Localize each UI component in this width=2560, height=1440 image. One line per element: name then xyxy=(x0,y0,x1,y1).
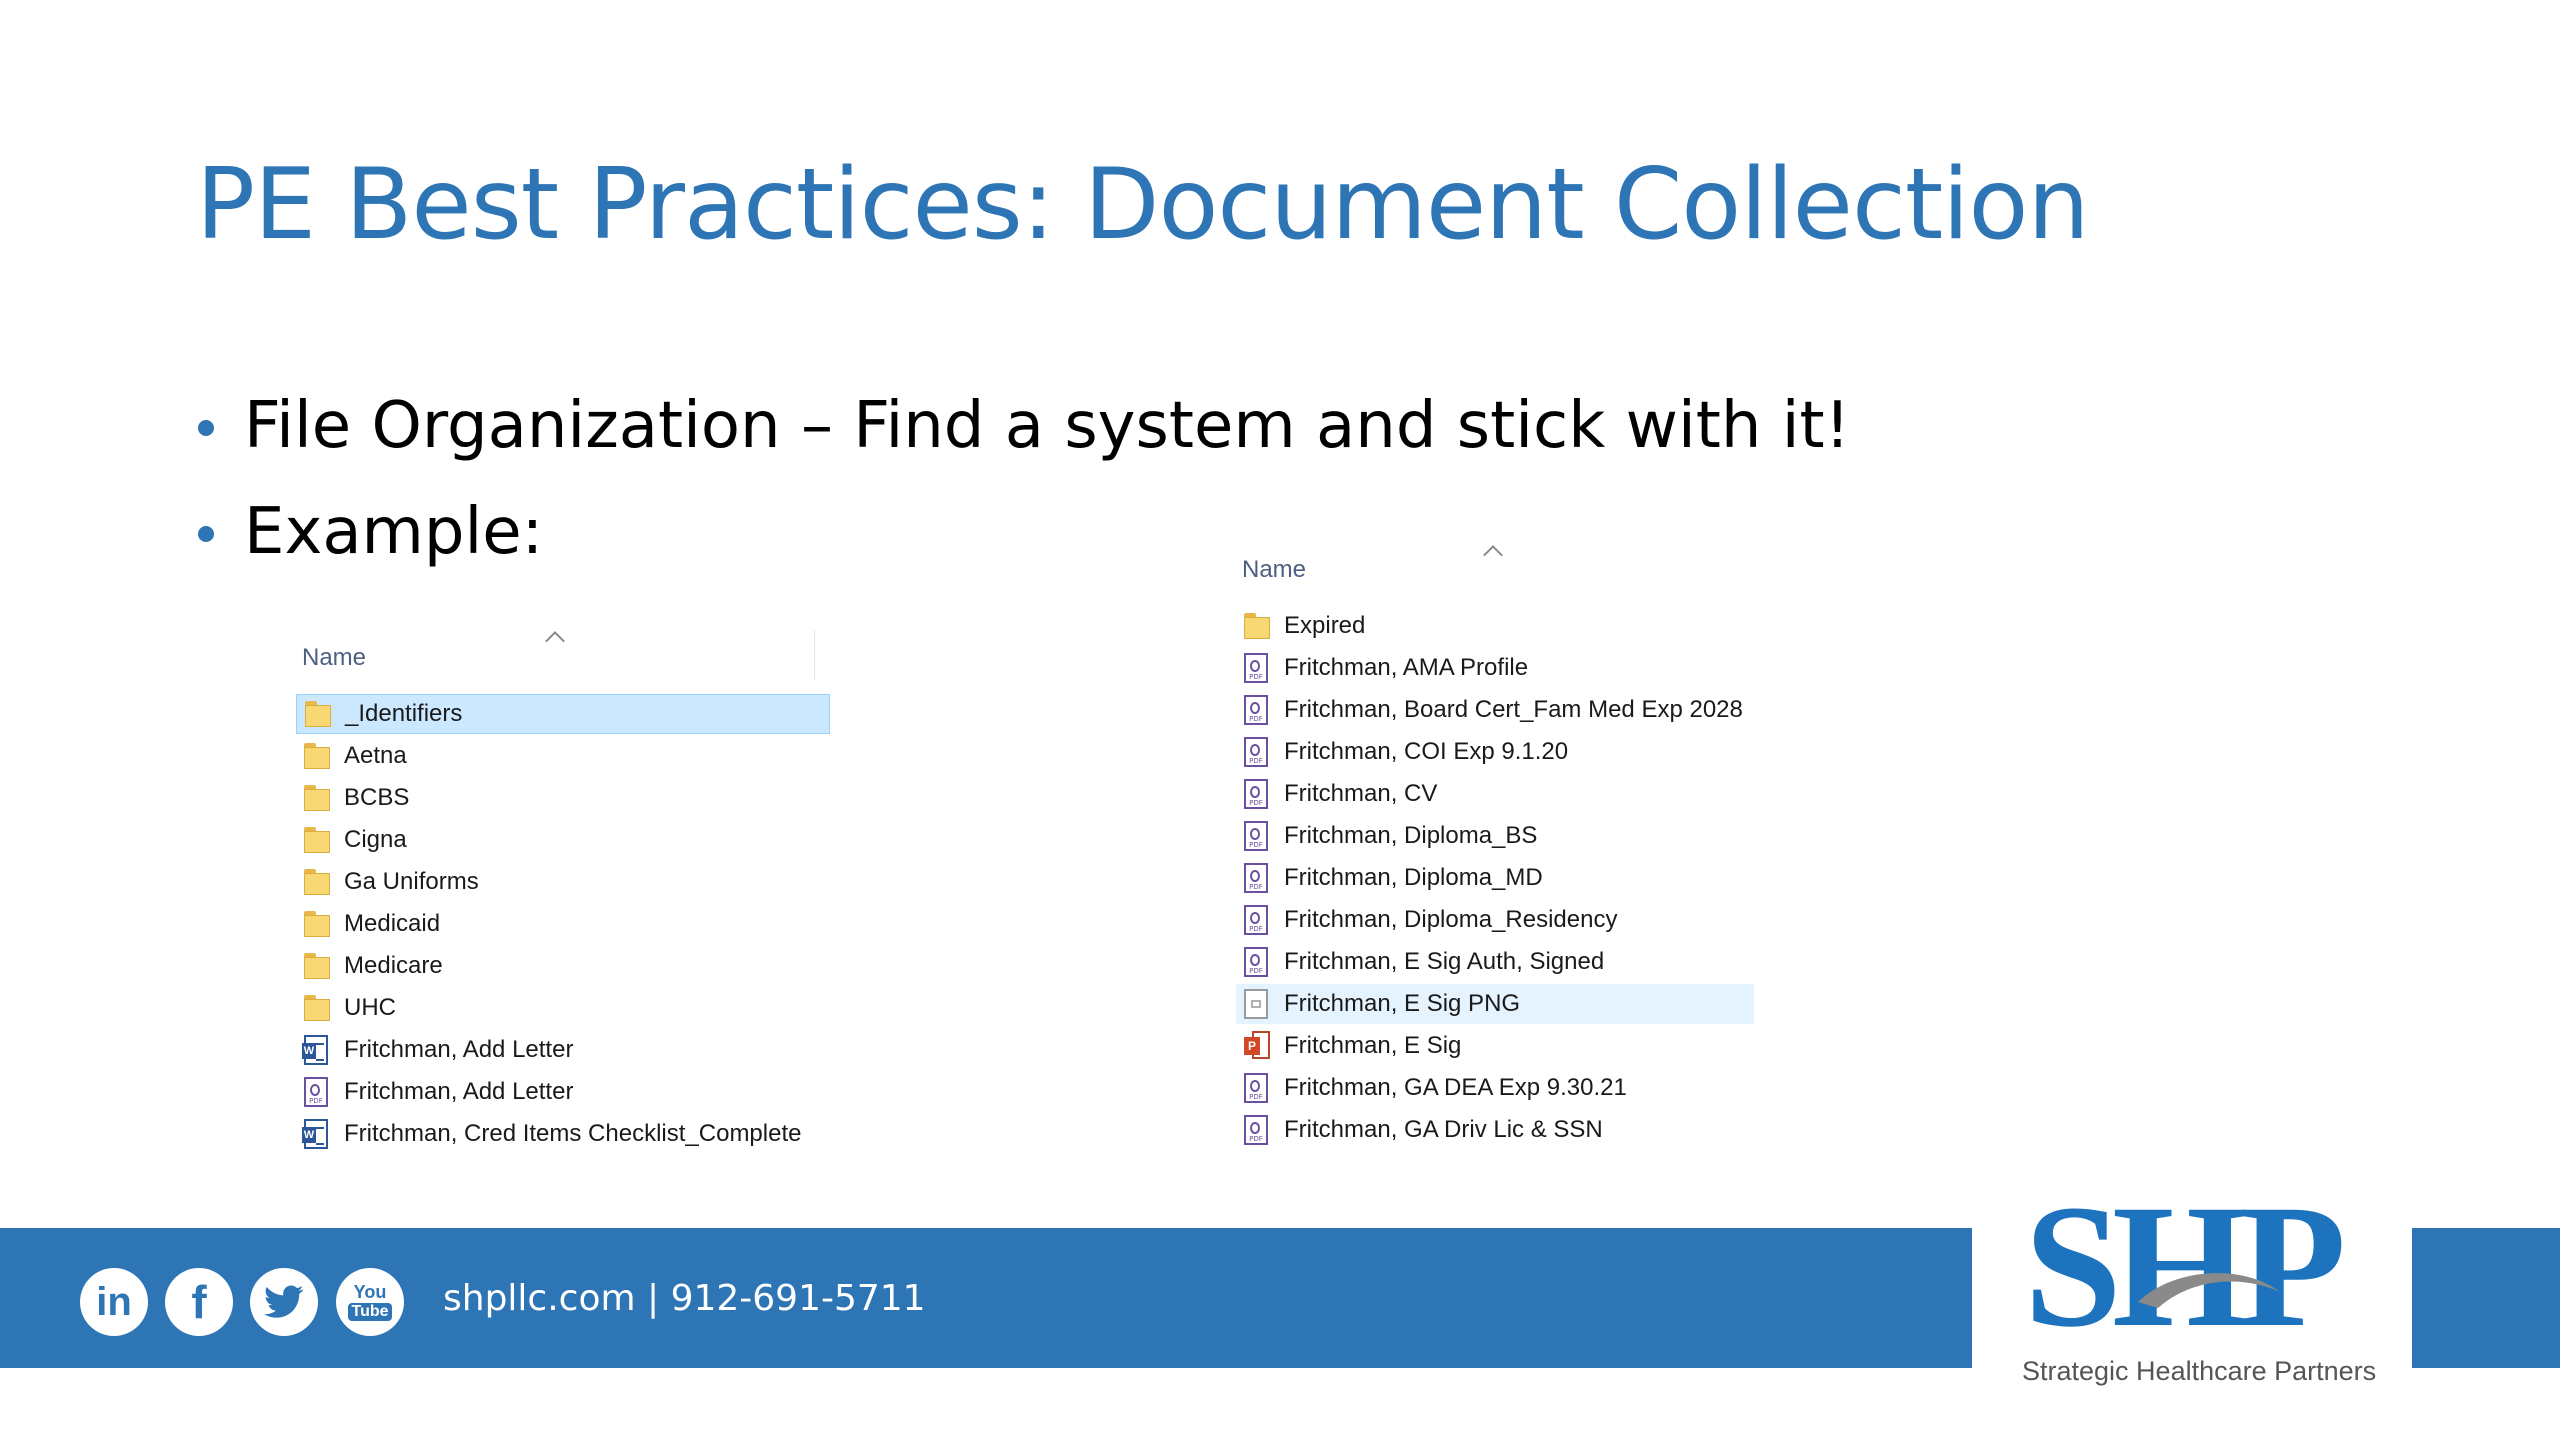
file-row[interactable]: Ga Uniforms xyxy=(296,862,830,902)
pdf-icon: PDF xyxy=(1244,1115,1268,1145)
file-name: Fritchman, Diploma_BS xyxy=(1284,822,1538,849)
file-name: Ga Uniforms xyxy=(344,868,479,895)
file-name: Fritchman, Diploma_Residency xyxy=(1284,906,1618,933)
file-row[interactable]: PDF Fritchman, GA DEA Exp 9.30.21 xyxy=(1236,1068,1754,1108)
file-row[interactable]: P Fritchman, E Sig xyxy=(1236,1026,1754,1066)
file-name: Fritchman, Board Cert_Fam Med Exp 2028 xyxy=(1284,696,1743,723)
bullet-list: File Organization – Find a system and st… xyxy=(196,386,1850,598)
folder-icon xyxy=(1244,613,1272,639)
file-row[interactable]: PDF Fritchman, Board Cert_Fam Med Exp 202… xyxy=(1236,690,1754,730)
file-name: Fritchman, Diploma_MD xyxy=(1284,864,1543,891)
pdf-icon: PDF xyxy=(1244,653,1268,683)
file-row[interactable]: Cigna xyxy=(296,820,830,860)
twitter-icon[interactable] xyxy=(250,1268,318,1336)
file-name: Fritchman, GA Driv Lic & SSN xyxy=(1284,1116,1603,1143)
pdf-icon: PDF xyxy=(1244,695,1268,725)
file-name: Fritchman, E Sig PNG xyxy=(1284,990,1521,1017)
file-name: Fritchman, AMA Profile xyxy=(1284,654,1529,681)
file-name: Medicaid xyxy=(344,910,441,937)
pdf-icon: PDF xyxy=(1244,905,1268,935)
file-row[interactable]: PDF Fritchman, Diploma_MD xyxy=(1236,858,1754,898)
file-row[interactable]: PDF Fritchman, GA Driv Lic & SSN xyxy=(1236,1110,1754,1150)
folder-icon xyxy=(304,995,332,1021)
file-row[interactable]: Medicare xyxy=(296,946,830,986)
file-row[interactable]: BCBS xyxy=(296,778,830,818)
sort-ascending-icon xyxy=(545,631,565,651)
file-name: Expired xyxy=(1284,612,1366,639)
folder-icon xyxy=(305,701,333,727)
facebook-icon[interactable]: f xyxy=(165,1268,233,1336)
bullet-example: Example: xyxy=(196,492,1850,598)
name-column-header[interactable]: Name xyxy=(302,644,366,672)
pdf-icon: PDF xyxy=(1244,1073,1268,1103)
file-name: Fritchman, Add Letter xyxy=(344,1036,574,1063)
pdf-icon: PDF xyxy=(1244,863,1268,893)
file-row[interactable]: _Identifiers xyxy=(296,694,830,734)
folder-icon xyxy=(304,785,332,811)
file-name: _Identifiers xyxy=(345,700,463,727)
file-row[interactable]: Fritchman, E Sig PNG xyxy=(1236,984,1754,1024)
file-row[interactable]: PDF Fritchman, Add Letter xyxy=(296,1072,830,1112)
file-name: UHC xyxy=(344,994,396,1021)
word-doc-icon: W xyxy=(302,1035,328,1065)
file-name: Fritchman, GA DEA Exp 9.30.21 xyxy=(1284,1074,1627,1101)
pdf-icon: PDF xyxy=(304,1077,328,1107)
folder-icon xyxy=(304,743,332,769)
file-name: Fritchman, Add Letter xyxy=(344,1078,574,1105)
png-image-icon xyxy=(1244,989,1268,1019)
file-row[interactable]: PDF Fritchman, CV xyxy=(1236,774,1754,814)
file-row[interactable]: UHC xyxy=(296,988,830,1028)
file-name: Fritchman, E Sig Auth, Signed xyxy=(1284,948,1605,975)
file-name: BCBS xyxy=(344,784,410,811)
file-row[interactable]: PDF Fritchman, E Sig Auth, Signed xyxy=(1236,942,1754,982)
pdf-icon: PDF xyxy=(1244,779,1268,809)
logo-tagline: Strategic Healthcare Partners xyxy=(2022,1356,2377,1386)
folder-icon xyxy=(304,827,332,853)
file-row[interactable]: PDF Fritchman, COI Exp 9.1.20 xyxy=(1236,732,1754,772)
file-row[interactable]: W Fritchman, Cred Items Checklist_Complet… xyxy=(296,1114,830,1154)
name-column-header[interactable]: Name xyxy=(1242,556,1306,584)
footer-bar-right xyxy=(2412,1228,2560,1368)
file-name: Fritchman, CV xyxy=(1284,780,1438,807)
word-doc-icon: W xyxy=(302,1119,328,1149)
pdf-icon: PDF xyxy=(1244,821,1268,851)
file-row[interactable]: W Fritchman, Add Letter xyxy=(296,1030,830,1070)
file-name: Fritchman, Cred Items Checklist_Complete xyxy=(344,1120,802,1147)
file-name: Aetna xyxy=(344,742,407,769)
file-name: Medicare xyxy=(344,952,443,979)
file-row[interactable]: PDF Fritchman, Diploma_Residency xyxy=(1236,900,1754,940)
shp-logo: SHP Strategic Healthcare Partners xyxy=(2010,1172,2400,1398)
file-row[interactable]: Expired xyxy=(1236,606,1754,646)
contact-info: shpllc.com | 912-691-5711 xyxy=(443,1278,926,1319)
folder-icon xyxy=(304,953,332,979)
pdf-icon: PDF xyxy=(1244,947,1268,977)
logo-swoosh-icon xyxy=(2138,1273,2280,1308)
file-row[interactable]: Medicaid xyxy=(296,904,830,944)
folder-icon xyxy=(304,911,332,937)
file-row[interactable]: PDF Fritchman, Diploma_BS xyxy=(1236,816,1754,856)
file-name: Fritchman, E Sig xyxy=(1284,1032,1462,1059)
file-row[interactable]: Aetna xyxy=(296,736,830,776)
youtube-icon[interactable]: You Tube xyxy=(336,1268,404,1336)
file-name: Fritchman, COI Exp 9.1.20 xyxy=(1284,738,1569,765)
file-row[interactable]: PDF Fritchman, AMA Profile xyxy=(1236,648,1754,688)
bullet-file-organization: File Organization – Find a system and st… xyxy=(196,386,1850,492)
powerpoint-icon: P xyxy=(1244,1031,1270,1061)
slide-title: PE Best Practices: Document Collection xyxy=(196,148,2090,262)
folder-icon xyxy=(304,869,332,895)
pdf-icon: PDF xyxy=(1244,737,1268,767)
file-name: Cigna xyxy=(344,826,407,853)
linkedin-icon[interactable]: in xyxy=(80,1268,148,1336)
column-divider[interactable] xyxy=(814,630,815,680)
